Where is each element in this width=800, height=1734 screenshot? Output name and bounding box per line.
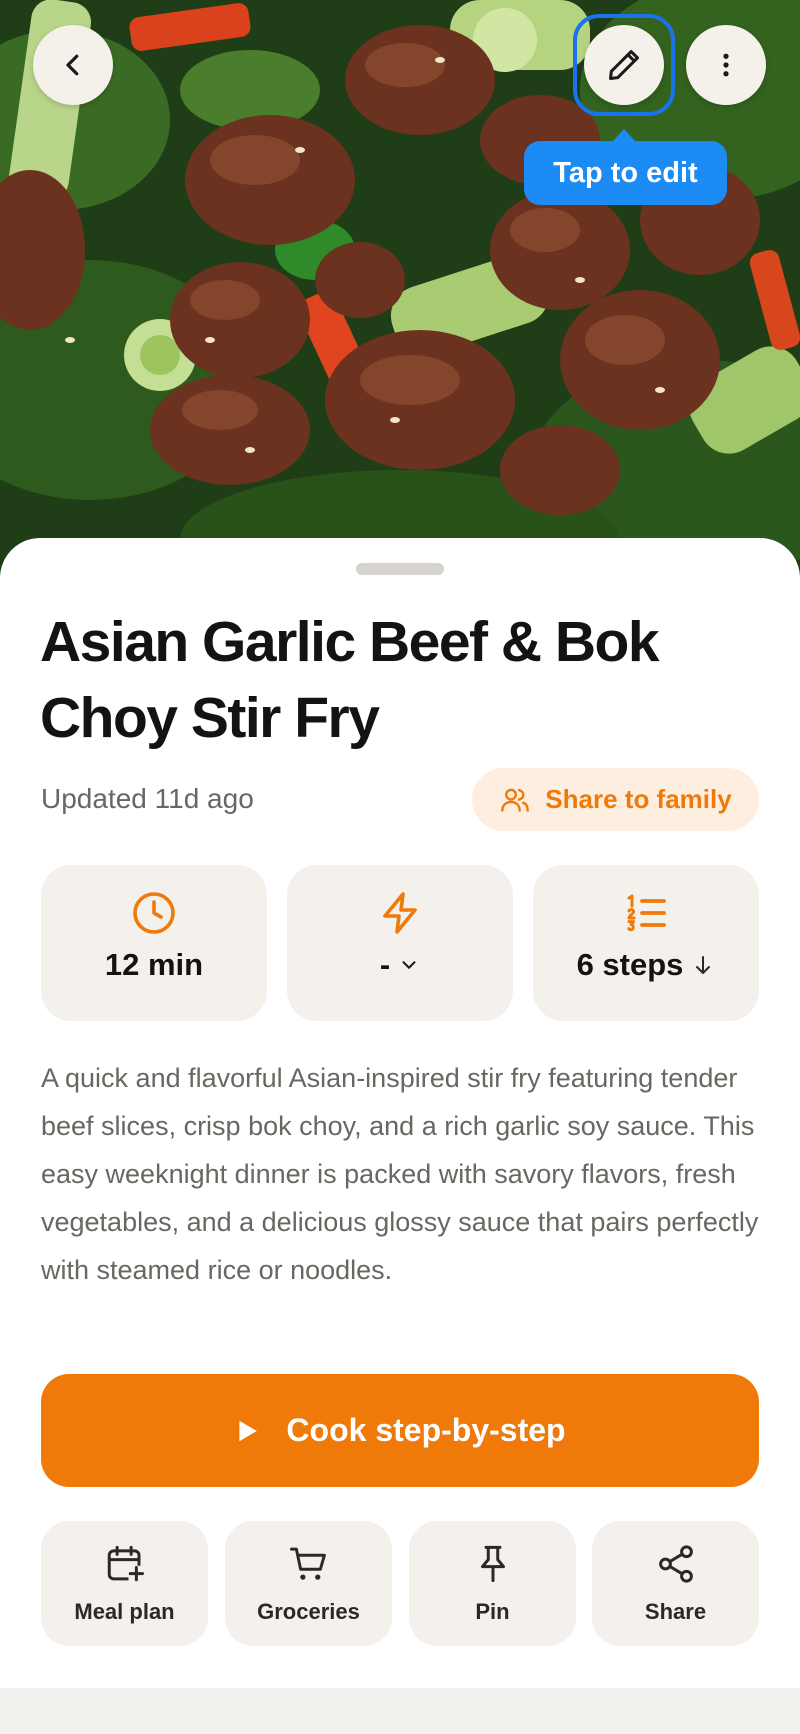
chevron-down-icon <box>402 961 416 969</box>
share-icon <box>658 1545 693 1583</box>
difficulty-selector[interactable]: - <box>287 865 513 1021</box>
play-icon <box>239 1420 258 1441</box>
difficulty-value: - <box>379 947 391 982</box>
more-vertical-icon <box>723 53 729 77</box>
pin-button[interactable]: Pin <box>409 1521 576 1646</box>
meal-plan-label: Meal plan <box>74 1599 175 1624</box>
edit-button[interactable] <box>584 25 664 105</box>
cook-step-by-step-button[interactable]: Cook step-by-step <box>41 1374 759 1487</box>
numbered-list-icon <box>627 894 666 932</box>
pin-icon <box>480 1545 505 1583</box>
recipe-description: A quick and flavorful Asian-inspired sti… <box>41 1063 759 1285</box>
updated-timestamp: Updated 11d ago <box>41 783 254 814</box>
cart-icon <box>289 1547 326 1580</box>
groceries-label: Groceries <box>257 1599 360 1624</box>
share-to-family-label: Share to family <box>545 784 732 814</box>
meal-plan-button[interactable]: Meal plan <box>41 1521 208 1646</box>
time-stat: 12 min <box>41 865 267 1021</box>
share-to-family-button[interactable]: Share to family <box>472 768 759 831</box>
time-stat-value: 12 min <box>104 947 204 982</box>
recipe-sheet: Asian Garlic Beef & Bok Choy Stir Fry Up… <box>0 538 800 1688</box>
steps-count: 6 steps <box>576 947 684 982</box>
calendar-plus-icon <box>107 1545 144 1582</box>
edit-tooltip[interactable]: Tap to edit <box>524 129 727 205</box>
recipe-photo-image <box>0 0 800 580</box>
sheet-drag-handle[interactable] <box>356 563 444 575</box>
steps-jump-button[interactable]: 6 steps <box>533 865 759 1021</box>
arrow-down-icon <box>696 956 711 974</box>
users-icon <box>501 788 530 812</box>
share-button[interactable]: Share <box>592 1521 759 1646</box>
recipe-screen: Tap to edit Asian Garlic Beef & Bok Choy… <box>0 0 800 1734</box>
chevron-left-icon <box>66 54 79 76</box>
more-options-button[interactable] <box>686 25 766 105</box>
groceries-button[interactable]: Groceries <box>225 1521 392 1646</box>
back-button[interactable] <box>33 25 113 105</box>
pin-label: Pin <box>475 1599 510 1624</box>
lightning-icon <box>383 892 417 934</box>
recipe-photo: Tap to edit <box>0 0 800 580</box>
bottom-divider-band <box>0 1688 800 1734</box>
recipe-title: Asian Garlic Beef & Bok Choy Stir Fry <box>40 610 660 750</box>
clock-icon <box>133 892 175 934</box>
pencil-icon <box>609 50 639 80</box>
cook-button-label: Cook step-by-step <box>286 1412 566 1448</box>
share-label: Share <box>644 1599 707 1624</box>
